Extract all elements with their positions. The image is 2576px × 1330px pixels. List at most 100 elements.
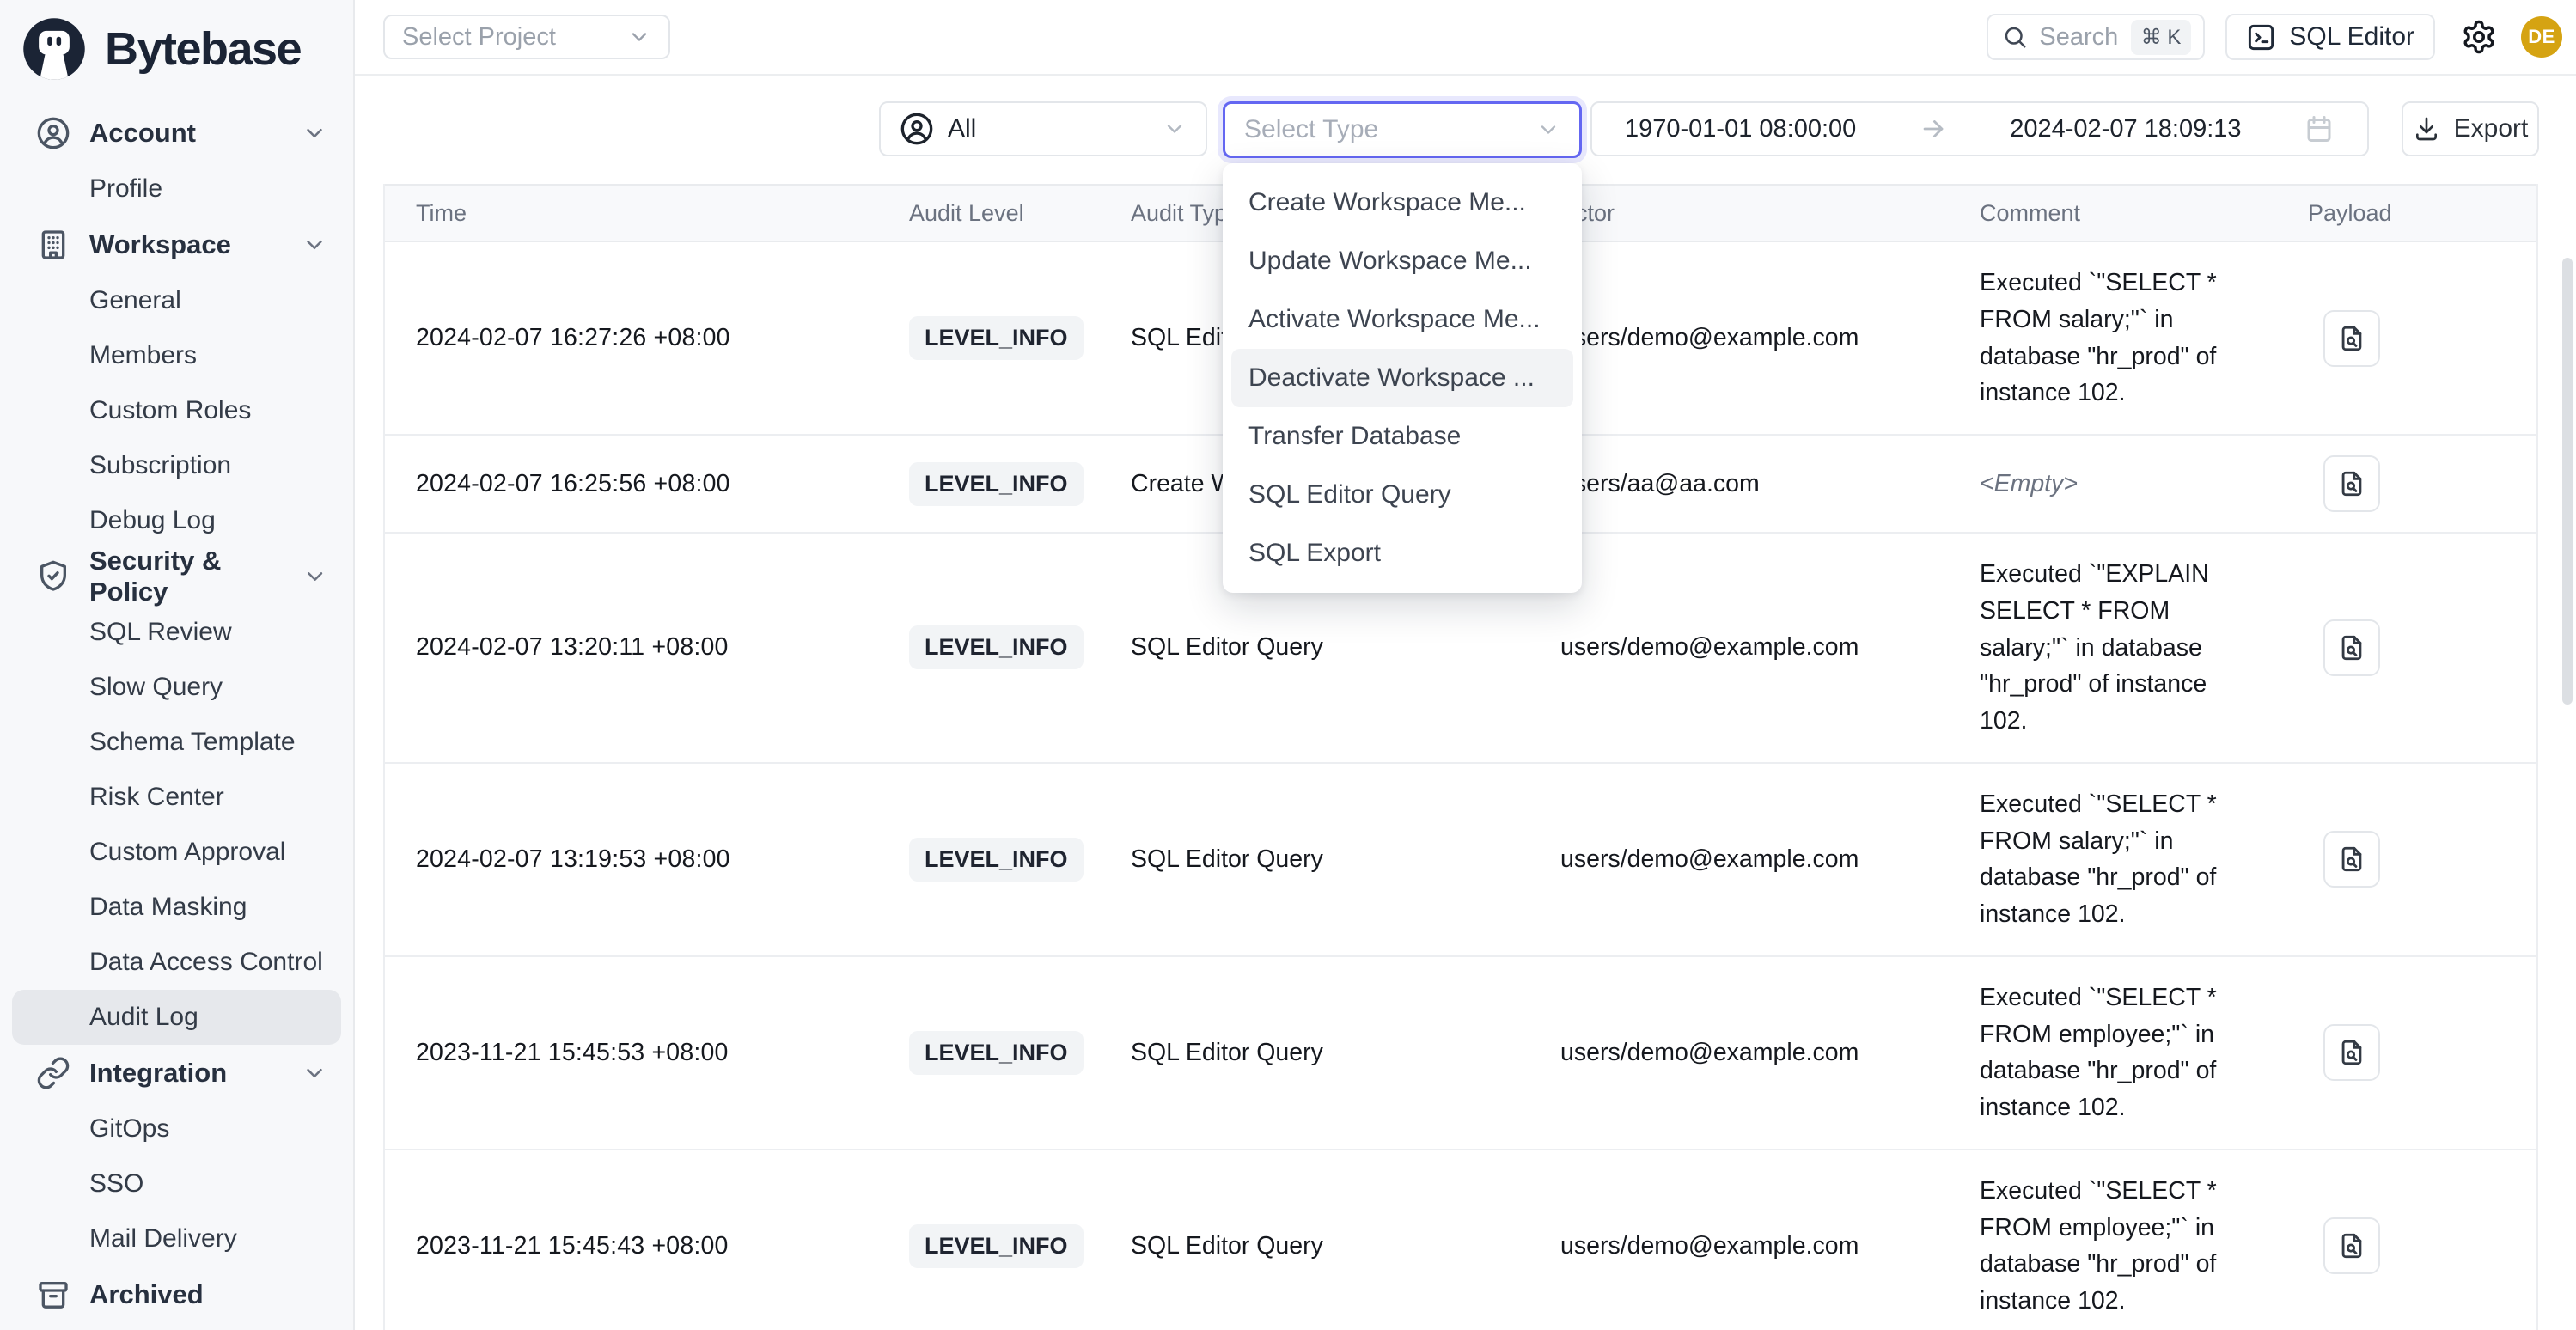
calendar-icon [2304,113,2335,144]
cell-audit-type: SQL Editor Query [1108,845,1538,874]
sidebar-item-profile[interactable]: Profile [12,162,341,217]
bytebase-logo[interactable]: Bytebase [0,0,353,96]
cell-comment: Executed `"SELECT * FROM salary;"` in da… [1959,764,2279,955]
column-header-audit-level: Audit Level [894,200,1108,227]
search-icon [2002,24,2028,50]
file-search-icon [2337,324,2366,353]
sidebar-group-workspace[interactable]: Workspace [0,217,353,273]
sidebar-item-sql-review[interactable]: SQL Review [12,605,341,660]
vertical-scrollbar[interactable] [2562,258,2573,705]
sidebar-group-label: Workspace [89,229,231,260]
menu-item-deactivate-workspace-member[interactable]: Deactivate Workspace ... [1231,349,1573,407]
menu-item-transfer-database[interactable]: Transfer Database [1231,407,1573,466]
arrow-right-icon [1919,114,1948,143]
audit-level-badge: LEVEL_INFO [909,316,1084,360]
cell-actor: users/demo@example.com [1538,845,1959,874]
sidebar-item-custom-approval[interactable]: Custom Approval [12,825,341,880]
export-button[interactable]: Export [2402,101,2539,156]
sidebar-item-debug-log[interactable]: Debug Log [12,493,341,548]
sidebar-item-members[interactable]: Members [12,328,341,383]
sidebar-group-integration[interactable]: Integration [0,1045,353,1101]
link-icon [36,1056,70,1090]
audit-level-badge: LEVEL_INFO [909,1224,1084,1268]
date-range-start: 1970-01-01 08:00:00 [1625,115,1856,143]
export-label: Export [2454,114,2529,143]
cell-actor: users/demo@example.com [1538,1232,1959,1260]
date-range-picker[interactable]: 1970-01-01 08:00:00 2024-02-07 18:09:13 [1590,101,2369,156]
view-payload-button[interactable] [2323,1024,2380,1081]
sidebar-item-audit-log[interactable]: Audit Log [12,990,341,1045]
settings-gear-icon[interactable] [2461,18,2499,56]
sidebar-item-subscription[interactable]: Subscription [12,438,341,493]
audit-level-badge: LEVEL_INFO [909,838,1084,882]
search-shortcut-badge: ⌘ K [2131,20,2192,55]
menu-item-create-workspace-member[interactable]: Create Workspace Me... [1231,174,1573,232]
file-search-icon [2337,1231,2366,1260]
menu-item-update-workspace-member[interactable]: Update Workspace Me... [1231,232,1573,290]
sidebar-item-mail-delivery[interactable]: Mail Delivery [12,1211,341,1266]
audit-level-badge: LEVEL_INFO [909,1031,1084,1075]
cell-audit-type: SQL Editor Query [1108,1039,1538,1067]
sidebar-item-risk-center[interactable]: Risk Center [12,770,341,825]
cell-actor: users/demo@example.com [1538,1039,1959,1067]
sidebar-item-schema-template[interactable]: Schema Template [12,715,341,770]
audit-level-badge: LEVEL_INFO [909,462,1084,506]
sidebar-item-data-access-control[interactable]: Data Access Control [12,935,341,990]
sidebar-item-custom-roles[interactable]: Custom Roles [12,383,341,438]
audit-level-badge: LEVEL_INFO [909,625,1084,669]
view-payload-button[interactable] [2323,455,2380,512]
sidebar-item-general[interactable]: General [12,273,341,328]
cell-comment: Executed `"EXPLAIN SELECT * FROM salary;… [1959,534,2279,762]
type-filter-dropdown: Create Workspace Me... Update Workspace … [1223,163,1582,593]
cell-comment: Executed `"SELECT * FROM employee;"` in … [1959,1150,2279,1330]
file-search-icon [2337,469,2366,498]
menu-item-sql-export[interactable]: SQL Export [1231,524,1573,583]
file-search-icon [2337,845,2366,874]
file-search-icon [2337,633,2366,662]
bytebase-logo-icon [21,15,88,82]
type-filter-select[interactable]: Select Type [1223,101,1582,158]
sidebar-group-label: Integration [89,1058,227,1089]
table-row: 2024-02-07 13:19:53 +08:00 LEVEL_INFO SQ… [385,764,2536,957]
actor-filter-select[interactable]: All [879,101,1207,156]
view-payload-button[interactable] [2323,619,2380,676]
cell-audit-type: SQL Editor Query [1108,1232,1538,1260]
view-payload-button[interactable] [2323,1217,2380,1274]
view-payload-button[interactable] [2323,310,2380,367]
menu-item-sql-editor-query[interactable]: SQL Editor Query [1231,466,1573,524]
cell-actor: users/demo@example.com [1538,633,1959,662]
sidebar-group-label: Archived [89,1279,204,1310]
shield-check-icon [36,559,70,594]
sql-editor-button[interactable]: SQL Editor [2225,14,2435,60]
view-payload-button[interactable] [2323,831,2380,888]
sidebar-item-slow-query[interactable]: Slow Query [12,660,341,715]
column-header-time: Time [385,200,894,227]
sidebar-item-sso[interactable]: SSO [12,1156,341,1211]
type-filter-placeholder: Select Type [1244,115,1378,144]
chevron-down-icon [302,232,327,258]
sidebar-group-security-policy[interactable]: Security & Policy [0,548,353,605]
terminal-icon [2246,22,2276,52]
chevron-down-icon [302,120,327,146]
cell-time: 2023-11-21 15:45:43 +08:00 [385,1232,894,1260]
project-select[interactable]: Select Project [383,15,670,59]
sidebar-item-data-masking[interactable]: Data Masking [12,880,341,935]
menu-item-activate-workspace-member[interactable]: Activate Workspace Me... [1231,290,1573,349]
sidebar-group-account[interactable]: Account [0,105,353,162]
chevron-down-icon [302,1060,327,1086]
search-placeholder: Search [2039,23,2118,52]
sidebar-item-gitops[interactable]: GitOps [12,1101,341,1156]
table-row: 2023-11-21 15:45:53 +08:00 LEVEL_INFO SQ… [385,957,2536,1150]
cell-comment: Executed `"SELECT * FROM employee;"` in … [1959,957,2279,1149]
chevron-down-icon [627,25,651,49]
cell-time: 2024-02-07 13:19:53 +08:00 [385,845,894,874]
sidebar-item-archived[interactable]: Archived [0,1266,353,1323]
avatar[interactable]: DE [2521,16,2562,58]
chevron-down-icon [1536,118,1560,142]
search-input[interactable]: Search ⌘ K [1987,14,2205,60]
sidebar-nav: Account Profile Workspace General Member… [0,96,353,1323]
column-header-actor: Actor [1538,200,1959,227]
sidebar: Bytebase Account Profile Workspace Gener… [0,0,355,1330]
file-search-icon [2337,1038,2366,1067]
chevron-down-icon [302,564,327,589]
